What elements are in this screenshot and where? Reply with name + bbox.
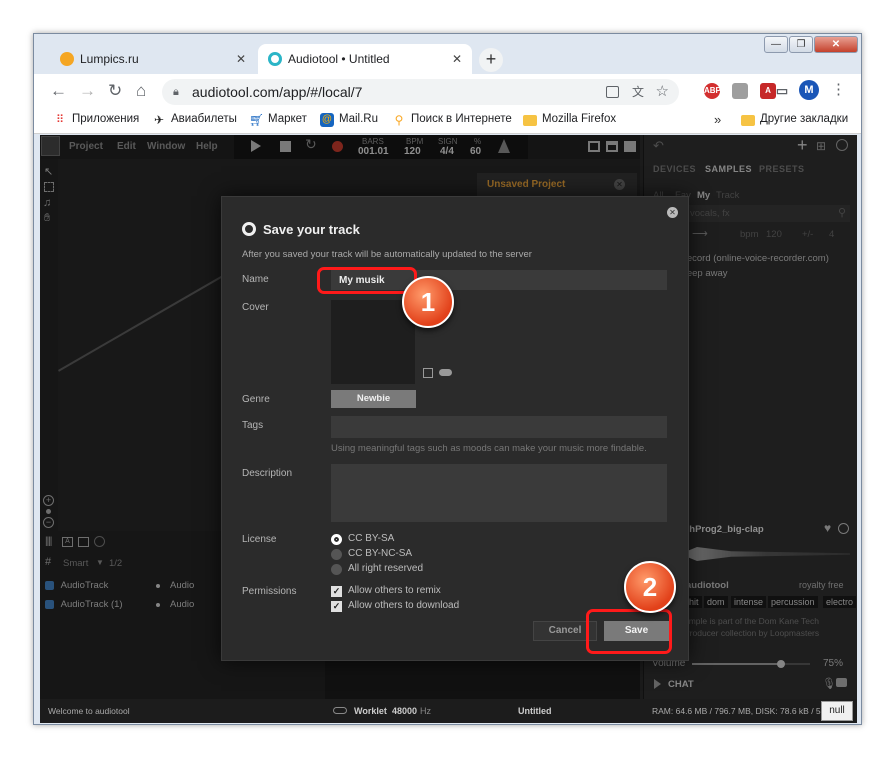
browser-toolbar: ← → ↻ ⌂ 🔒︎ audiotool.com/app/#/local/7 文…: [34, 74, 861, 108]
bookmark-label: Другие закладки: [760, 113, 849, 125]
folder-icon: [523, 115, 537, 126]
step-2-badge: 2: [624, 561, 676, 613]
bookmark-apps[interactable]: ⠿ Приложения: [53, 113, 140, 126]
extensions-icon[interactable]: ▭: [774, 83, 790, 99]
bookmark-market[interactable]: 🛒︎ Маркет: [249, 113, 307, 127]
cloud-icon[interactable]: [439, 369, 452, 376]
bookmark-star-icon[interactable]: ☆: [656, 79, 669, 105]
plane-icon: ✈: [153, 113, 165, 127]
tags-input[interactable]: [331, 416, 667, 438]
permissions-label: Permissions: [242, 586, 297, 597]
license-option[interactable]: CC BY-SA: [348, 533, 394, 544]
permission-option[interactable]: Allow others to remix: [348, 585, 441, 596]
close-window-button[interactable]: ✕: [814, 36, 858, 53]
genre-button[interactable]: Newbie: [331, 390, 416, 408]
save-disk-icon[interactable]: [423, 368, 433, 378]
bookmark-label: Mail.Ru: [339, 113, 378, 125]
translate-icon[interactable]: 文: [632, 79, 644, 105]
extension-icon[interactable]: [732, 83, 748, 99]
audiotool-app: Project Edit Window Help ↻ BARS 001.01 B…: [40, 135, 857, 723]
url-text: audiotool.com/app/#/local/7: [192, 84, 363, 100]
forward-arrow-icon[interactable]: →: [79, 81, 96, 101]
mail-icon: @: [320, 113, 334, 127]
project-name-status: Untitled: [518, 706, 552, 716]
save-track-dialog: ✕ Save your track After you saved your t…: [221, 196, 689, 661]
step-1-badge: 1: [402, 276, 454, 328]
download-checkbox[interactable]: ✓: [331, 601, 342, 612]
name-label: Name: [242, 274, 269, 285]
bookmark-mailru[interactable]: @ Mail.Ru: [320, 113, 378, 127]
license-option[interactable]: All right reserved: [348, 563, 423, 574]
name-highlight: [317, 267, 417, 294]
tab-title: Lumpics.ru: [80, 52, 139, 66]
license-option[interactable]: CC BY-NC-SA: [348, 548, 412, 559]
audiotool-favicon-icon: [268, 52, 282, 66]
browser-window: — ❐ ✕ Lumpics.ru ✕ Audiotool • Untitled …: [33, 33, 862, 725]
search-bulb-icon: ⚲: [394, 113, 404, 127]
license-label: License: [242, 534, 277, 545]
license-radio-cc-by-nc-sa[interactable]: [331, 549, 342, 560]
license-radio-all-rights[interactable]: [331, 564, 342, 575]
tab-audiotool[interactable]: Audiotool • Untitled ✕: [258, 44, 472, 74]
tab-lumpics[interactable]: Lumpics.ru ✕: [50, 44, 256, 74]
worklet-label: Worklet: [354, 706, 387, 716]
more-bookmarks-icon[interactable]: »: [714, 112, 721, 127]
dialog-close-icon[interactable]: ✕: [667, 207, 678, 218]
bookmark-label: Маркет: [268, 113, 307, 125]
tab-title: Audiotool • Untitled: [288, 52, 390, 66]
maximize-button[interactable]: ❐: [789, 36, 813, 53]
bookmark-label: Поиск в Интернете: [411, 113, 512, 125]
apps-grid-icon: ⠿: [55, 114, 65, 126]
back-arrow-icon[interactable]: ←: [50, 81, 67, 101]
lock-icon: 🔒︎: [173, 86, 179, 98]
bookmark-label: Авиабилеты: [171, 113, 237, 125]
genre-label: Genre: [242, 394, 270, 405]
minimize-button[interactable]: —: [764, 36, 788, 53]
tags-hint: Using meaningful tags such as moods can …: [331, 443, 647, 454]
cart-icon: 🛒︎: [249, 113, 265, 127]
folder-icon: [741, 115, 755, 126]
null-badge: null: [821, 701, 853, 721]
close-tab-icon[interactable]: ✕: [452, 44, 462, 74]
address-bar[interactable]: 🔒︎ audiotool.com/app/#/local/7 文 ☆: [162, 79, 679, 105]
worklet-unit: Hz: [420, 706, 431, 716]
site-info-icon[interactable]: [606, 86, 619, 98]
browser-menu-icon[interactable]: ⋮: [831, 80, 846, 98]
bookmark-label: Mozilla Firefox: [542, 113, 617, 125]
reload-icon[interactable]: ↻: [108, 81, 122, 101]
bookmark-avia[interactable]: ✈ Авиабилеты: [152, 113, 237, 127]
adblock-icon[interactable]: ABP: [704, 83, 721, 99]
cover-image-area[interactable]: [331, 300, 415, 384]
description-input[interactable]: [331, 464, 667, 522]
ram-status: RAM: 64.6 MB / 796.7 MB, DISK: 78.6 kB /…: [652, 706, 821, 716]
bookmark-other[interactable]: Другие закладки: [741, 113, 849, 126]
dialog-title: Save your track: [263, 222, 360, 237]
close-tab-icon[interactable]: ✕: [236, 44, 246, 74]
permission-option[interactable]: Allow others to download: [348, 600, 459, 611]
worklet-toggle-icon[interactable]: [333, 707, 347, 714]
worklet-value: 48000: [392, 706, 418, 716]
home-icon[interactable]: ⌂: [136, 81, 146, 101]
profile-avatar[interactable]: M: [799, 80, 819, 100]
lumpics-favicon-icon: [60, 52, 74, 66]
cover-label: Cover: [242, 302, 269, 313]
audiotool-logo-icon: [242, 222, 256, 236]
bookmark-search[interactable]: ⚲ Поиск в Интернете: [392, 113, 512, 127]
genre-value: Newbie: [356, 393, 391, 404]
new-tab-button[interactable]: +: [479, 48, 503, 72]
bookmark-label: Приложения: [72, 113, 140, 125]
remix-checkbox[interactable]: ✓: [331, 586, 342, 597]
tags-label: Tags: [242, 420, 264, 431]
license-radio-cc-by-sa[interactable]: [331, 534, 342, 545]
status-welcome: Welcome to audiotool: [48, 706, 130, 716]
save-highlight: [586, 609, 672, 654]
bookmarks-bar: ⠿ Приложения ✈ Авиабилеты 🛒︎ Маркет @ Ma…: [34, 108, 861, 134]
description-label: Description: [242, 468, 293, 479]
bookmark-firefox[interactable]: Mozilla Firefox: [523, 113, 617, 126]
dialog-subtitle: After you saved your track will be autom…: [242, 249, 532, 260]
